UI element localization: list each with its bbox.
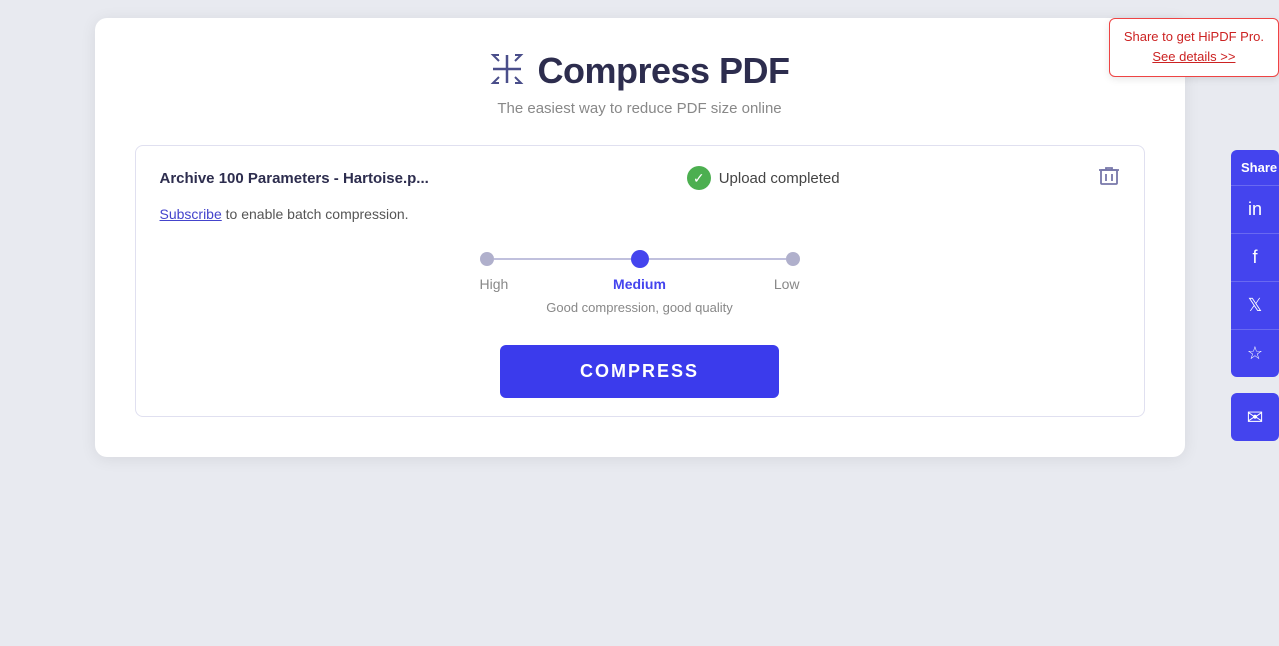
subscribe-row: Subscribe to enable batch compression.: [160, 206, 1120, 222]
linkedin-icon: in: [1248, 199, 1262, 220]
promo-tooltip: Share to get HiPDF Pro. See details >>: [1109, 18, 1279, 77]
share-panel: Share in f 𝕏 ☆ ✉: [1231, 150, 1279, 441]
header-title: Compress PDF: [135, 50, 1145, 92]
slider-section: High Medium Low Good compression, good q…: [160, 250, 1120, 315]
slider-dot-low[interactable]: [786, 252, 800, 266]
compress-button[interactable]: COMPRESS: [500, 345, 779, 398]
upload-status: ✓ Upload completed: [687, 166, 840, 190]
slider-labels: High Medium Low: [480, 276, 800, 292]
slider-dot-high[interactable]: [480, 252, 494, 266]
slider-line-left: [494, 258, 631, 260]
upload-status-text: Upload completed: [719, 170, 840, 187]
linkedin-share-button[interactable]: in: [1231, 185, 1279, 233]
email-button[interactable]: ✉: [1231, 393, 1279, 441]
page-subtitle: The easiest way to reduce PDF size onlin…: [135, 100, 1145, 117]
page-wrapper: Share to get HiPDF Pro. See details >>: [0, 10, 1279, 636]
subscribe-link[interactable]: Subscribe: [160, 206, 222, 222]
slider-dot-medium[interactable]: [631, 250, 649, 268]
slider-track[interactable]: [480, 250, 800, 268]
page-title: Compress PDF: [537, 50, 789, 92]
slider-line-right: [649, 258, 786, 260]
promo-main-text: Share to get HiPDF Pro.: [1124, 29, 1264, 44]
twitter-share-button[interactable]: 𝕏: [1231, 281, 1279, 329]
promo-link[interactable]: See details >>: [1152, 49, 1235, 64]
file-header: Archive 100 Parameters - Hartoise.p... ✓…: [160, 164, 1120, 192]
label-high: High: [480, 276, 540, 292]
star-icon: ☆: [1247, 343, 1263, 364]
favorite-button[interactable]: ☆: [1231, 329, 1279, 377]
share-label: Share: [1231, 150, 1279, 185]
file-row: Archive 100 Parameters - Hartoise.p... ✓…: [135, 145, 1145, 417]
label-low: Low: [740, 276, 800, 292]
label-medium: Medium: [610, 276, 670, 292]
twitter-icon: 𝕏: [1248, 295, 1263, 316]
delete-icon[interactable]: [1098, 164, 1120, 192]
compression-description: Good compression, good quality: [546, 300, 732, 315]
facebook-icon: f: [1252, 247, 1257, 268]
facebook-share-button[interactable]: f: [1231, 233, 1279, 281]
subscribe-suffix: to enable batch compression.: [222, 206, 409, 222]
main-card: Compress PDF The easiest way to reduce P…: [95, 18, 1185, 457]
email-icon: ✉: [1247, 405, 1264, 430]
upload-check-icon: ✓: [687, 166, 711, 190]
file-name: Archive 100 Parameters - Hartoise.p...: [160, 170, 429, 187]
header: Compress PDF The easiest way to reduce P…: [135, 50, 1145, 117]
compress-pdf-icon: [489, 51, 525, 92]
